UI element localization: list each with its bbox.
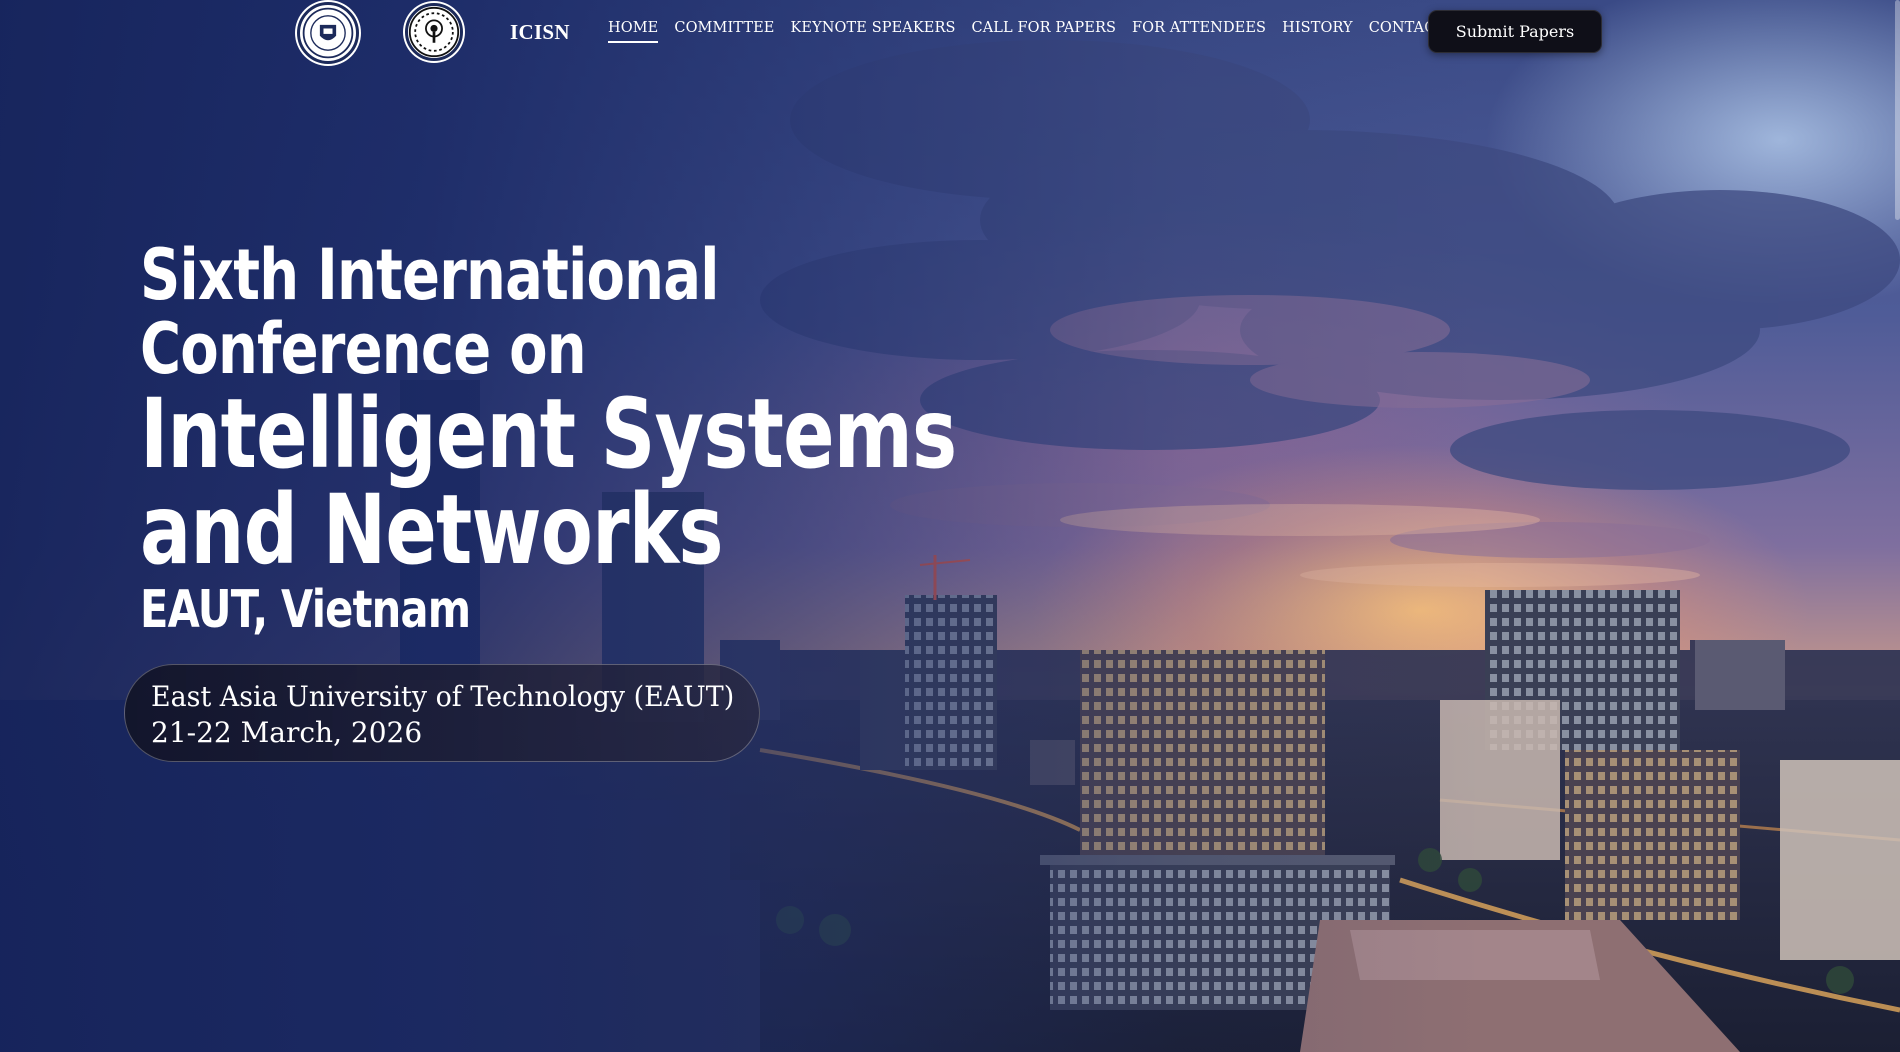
title-line-4: and Networks	[140, 474, 723, 586]
venue-text: East Asia University of Technology (EAUT…	[151, 680, 735, 713]
nav-home[interactable]: HOME	[608, 20, 659, 43]
main-menu: HOME COMMITTEE KEYNOTE SPEAKERS CALL FOR…	[608, 20, 1472, 43]
nav-committee[interactable]: COMMITTEE	[674, 20, 774, 43]
eaut-logo[interactable]	[297, 2, 359, 64]
nav-keynote-speakers[interactable]: KEYNOTE SPEAKERS	[790, 20, 955, 43]
brand-name[interactable]: ICISN	[510, 20, 570, 45]
hero-section: ICISN HOME COMMITTEE KEYNOTE SPEAKERS CA…	[0, 0, 1900, 1052]
title-line-1: Sixth International	[140, 234, 719, 316]
nav-history[interactable]: HISTORY	[1282, 20, 1353, 43]
date-text: 21-22 March, 2026	[151, 716, 423, 749]
top-navigation: ICISN HOME COMMITTEE KEYNOTE SPEAKERS CA…	[0, 0, 1900, 64]
icisn-logo[interactable]	[405, 3, 463, 61]
title-line-2: Conference on	[140, 308, 587, 390]
location-heading: EAUT, Vietnam	[140, 580, 471, 640]
title-line-3: Intelligent Systems	[140, 378, 957, 490]
submit-papers-button[interactable]: Submit Papers	[1428, 10, 1602, 53]
conference-title: Sixth International Conference on Intell…	[140, 238, 1173, 638]
venue-date-pill: East Asia University of Technology (EAUT…	[124, 664, 760, 762]
nav-call-for-papers[interactable]: CALL FOR PAPERS	[972, 20, 1117, 43]
nav-for-attendees[interactable]: FOR ATTENDEES	[1132, 20, 1266, 43]
